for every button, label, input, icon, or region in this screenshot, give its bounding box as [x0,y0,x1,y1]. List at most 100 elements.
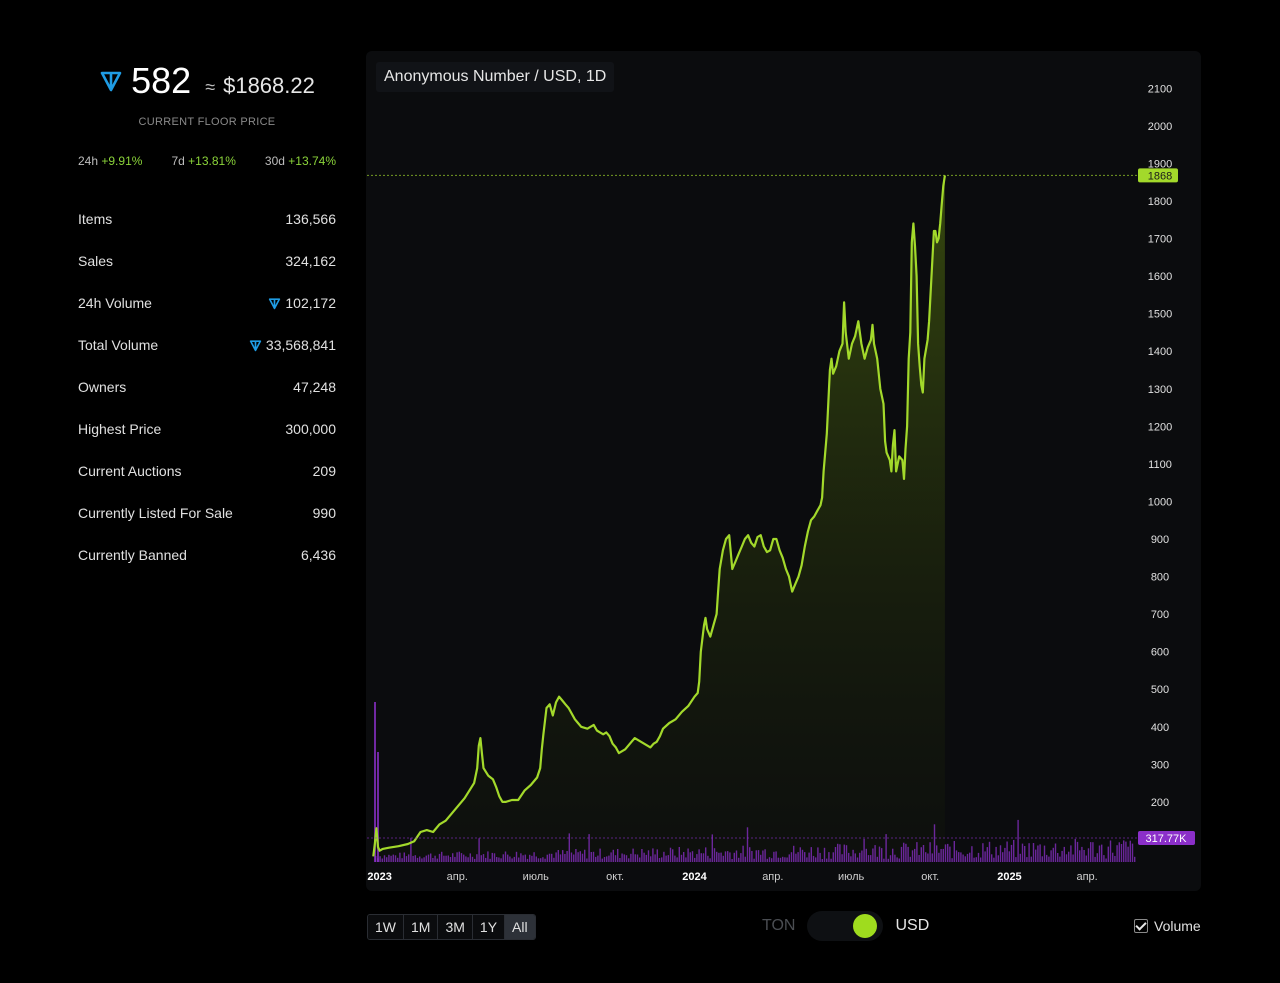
volume-bar [636,854,639,862]
volume-bar [964,856,966,862]
volume-bar [639,857,641,862]
volume-bar [881,848,883,862]
volume-bar [447,855,449,862]
volume-bar [986,847,988,862]
volume-bar [379,856,381,862]
volume-bar [628,858,630,862]
volume-bar [1041,856,1043,862]
volume-bar [962,854,964,862]
volume-bar [718,852,720,862]
volume-bar [392,854,394,862]
x-tick-label: 2025 [997,871,1021,883]
volume-bar [421,858,423,862]
currency-toggle[interactable] [807,911,884,941]
currency-ton-label[interactable]: TON [762,917,795,935]
volume-bar [1063,846,1065,862]
volume-bar [834,847,837,862]
y-tick-label: 200 [1151,797,1169,809]
volume-bar [1021,843,1024,862]
volume-bar [856,857,859,862]
volume-bar [1134,856,1136,862]
volume-bar [1061,850,1063,862]
volume-bar [944,844,947,862]
volume-bar [383,855,386,862]
volume-bar [1013,840,1015,862]
volume-bar [573,854,575,862]
volume-bar [1116,845,1118,862]
volume-bar [1070,845,1072,862]
volume-bar [1125,841,1127,862]
currency-usd-label[interactable]: USD [895,917,929,935]
volume-bar [768,857,771,862]
volume-bar [689,852,691,862]
volume-bar [760,854,762,862]
x-tick-label: окт. [606,871,624,883]
volume-bar [911,850,914,862]
volume-bar [898,858,900,862]
volume-bar [1017,819,1019,862]
volume-bar [672,849,674,862]
y-tick-label: 1800 [1148,196,1172,208]
price-area [373,175,945,862]
volume-bar [390,855,392,862]
range-button-1m[interactable]: 1M [404,915,439,939]
volume-bar [454,856,456,862]
volume-bar [938,852,940,862]
volume-bar [504,851,507,862]
range-button-1y[interactable]: 1Y [472,915,506,939]
volume-bar [808,852,810,862]
volume-label: Volume [1154,918,1201,934]
volume-bar [865,848,867,862]
volume-bar [645,854,647,862]
volume-bar [753,858,755,862]
volume-bar [1083,850,1085,862]
volume-bar [782,856,784,862]
volume-toggle[interactable]: Volume [1134,918,1201,934]
volume-bar [925,852,927,862]
volume-bar [1004,847,1006,862]
volume-bar [612,849,614,862]
volume-bar [460,853,463,862]
volume-checkbox[interactable] [1134,919,1148,933]
volume-bar [1050,850,1052,862]
volume-bar [1105,858,1107,862]
volume-bar [509,856,511,862]
volume-bar [394,855,397,862]
volume-bar [643,852,645,862]
volume-bar [1052,847,1054,862]
volume-bar [507,854,509,862]
volume-bar [947,843,949,862]
volume-bar [821,859,823,862]
volume-bar [1048,856,1050,862]
volume-bar [584,849,586,862]
volume-bar [1072,854,1074,862]
range-button-3m[interactable]: 3M [438,915,473,939]
volume-bar [619,858,621,862]
volume-bar [1008,851,1010,862]
volume-bar [434,855,436,862]
volume-bar [713,848,716,862]
volume-bar [1074,838,1076,862]
volume-bar [555,852,557,862]
volume-bar [480,855,482,862]
volume-bar [1107,846,1109,862]
volume-bar [1024,846,1026,862]
volume-bar [500,858,502,862]
volume-bar [997,855,999,862]
y-tick-label: 1600 [1148,271,1172,283]
volume-bar [1131,843,1134,862]
volume-bar [456,852,458,862]
volume-bar [489,858,491,862]
volume-bar [876,856,878,862]
volume-bar [548,853,551,862]
price-chart[interactable]: 1002003004005006007008009001000110012001… [0,0,1280,983]
volume-bar [537,858,540,862]
volume-bar [1035,849,1037,862]
y-tick-label: 600 [1151,647,1169,659]
volume-bar [1127,846,1129,862]
volume-bar [1002,852,1004,862]
volume-bar [498,857,500,862]
volume-bar [1092,842,1094,862]
range-button-all[interactable]: All [505,915,535,939]
range-button-1w[interactable]: 1W [368,915,404,939]
